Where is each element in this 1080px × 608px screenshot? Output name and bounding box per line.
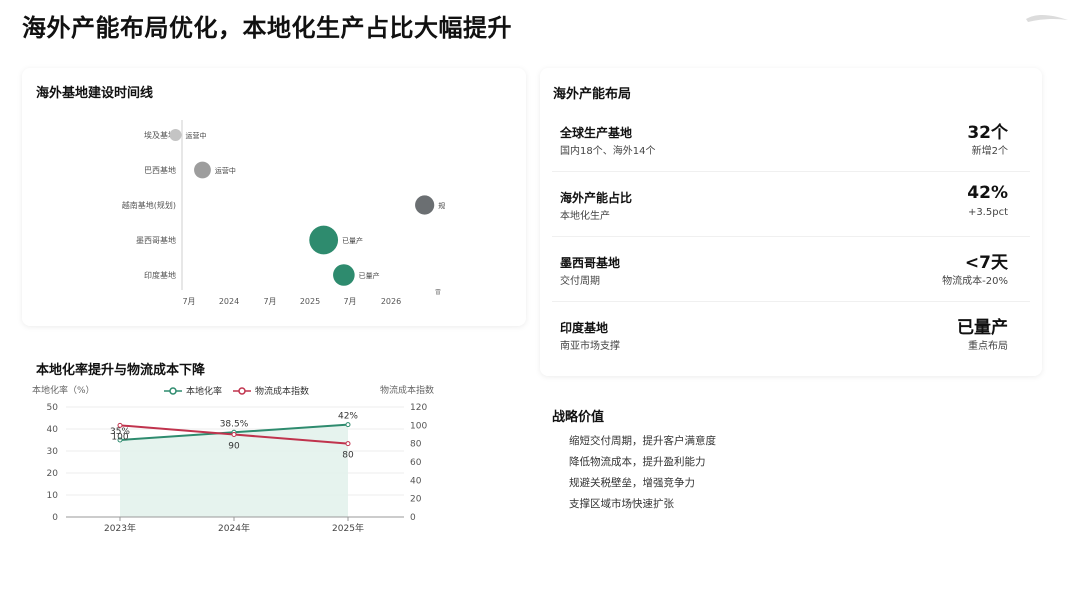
x-tick-label: 2024年 [218, 522, 250, 534]
row-sub: 交付周期 [560, 276, 600, 287]
logistics-data-label: 100 [111, 432, 128, 442]
page-title: 海外产能布局优化，本地化生产占比大幅提升 [22, 14, 512, 42]
x-tick-label: 2025年 [332, 522, 364, 534]
brush-stroke-decoration [1026, 14, 1068, 22]
timeline-point-label: 已量产 [342, 236, 363, 245]
row-value: 32个 [967, 123, 1008, 143]
y-tick-label: 30 [47, 447, 59, 457]
y-axis-title: 本地化率（%） [32, 384, 95, 396]
timeline-x-tick-clipped: 冒 [435, 289, 441, 296]
timeline-point-label: 规 [438, 201, 445, 210]
layout-card: 海外产能布局 全球生产基地 国内18个、海外14个 32个 新增2个 海外产能占… [540, 68, 1042, 376]
timeline-point [194, 161, 211, 179]
row-label: 印度基地 [560, 321, 609, 335]
row-sub: 南亚市场支撑 [560, 341, 620, 352]
strategy-title: 战略价值 [552, 410, 605, 425]
timeline-x-tick: 7月 [263, 297, 276, 306]
y2-tick-label: 40 [410, 476, 422, 486]
timeline-row-label: 印度基地 [144, 270, 176, 280]
layout-row-india: 印度基地 南亚市场支撑 已量产 重点布局 [552, 311, 1030, 367]
timeline-row-label: 巴西基地 [144, 165, 176, 175]
timeline-point-label: 已量产 [359, 271, 380, 280]
y-tick-label: 0 [52, 513, 58, 523]
localization-data-label: 38.5% [220, 419, 249, 429]
timeline-point [415, 195, 435, 215]
y-tick-label: 50 [47, 403, 59, 413]
row-sub: 国内18个、海外14个 [560, 146, 656, 157]
y-tick-label: 40 [47, 425, 59, 435]
x-tick-label: 2023年 [104, 522, 136, 534]
y-tick-label: 10 [47, 491, 59, 501]
timeline-point [309, 225, 339, 255]
timeline-row-label: 墨西哥基地 [136, 235, 176, 245]
strategy-item: 降低物流成本，提升盈利能力 [569, 456, 706, 468]
localization-point [345, 422, 351, 428]
timeline-x-tick: 2025 [300, 297, 320, 306]
timeline-chart: 埃及基地巴西基地越南基地(规划)墨西哥基地印度基地运营中运营中规已量产已量产7月… [122, 120, 445, 306]
timeline-x-tick: 2024 [219, 297, 239, 306]
logistics-point [231, 432, 237, 437]
y2-axis-title: 物流成本指数 [380, 384, 434, 396]
y2-tick-label: 80 [410, 440, 422, 450]
row-value: 已量产 [957, 318, 1008, 338]
timeline-point-label: 运营中 [215, 166, 236, 175]
strategy-item: 缩短交付周期，提升客户满意度 [569, 435, 716, 447]
row-note: +3.5pct [967, 207, 1008, 218]
y-tick-label: 20 [47, 469, 59, 479]
legend-label-logistics: 物流成本指数 [255, 385, 309, 397]
logistics-point [117, 422, 123, 428]
timeline-card: 海外基地建设时间线 埃及基地 巴西基地 越南基地(规划) 墨西哥基地 印度基地 运营中 运营… [22, 68, 526, 326]
legend-marker-logistics [238, 387, 246, 395]
legend-label-localization: 本地化率 [186, 385, 222, 397]
row-sub: 本地化生产 [560, 211, 610, 222]
y2-tick-label: 0 [410, 513, 416, 523]
combo-chart: 本地化率（%） 物流成本指数 本地化率 物流成本指数 0 10 20 30 40 50 0 20 40 6… [32, 384, 434, 534]
localization-data-label: 42% [338, 412, 358, 422]
timeline-point-label: 运营中 [186, 131, 207, 140]
strategy-item: 规避关税壁垒，增强竞争力 [569, 477, 695, 489]
row-label: 海外产能占比 [560, 191, 633, 205]
legend-marker-localization [169, 387, 177, 395]
timeline-point [169, 129, 182, 141]
row-note: 重点布局 [968, 341, 1008, 352]
row-note: 新增2个 [971, 146, 1008, 157]
logistics-data-label: 80 [342, 451, 354, 461]
row-label: 墨西哥基地 [560, 256, 621, 270]
timeline-x-tick: 2026 [381, 297, 401, 306]
layout-row-mexico: 墨西哥基地 交付周期 <7天 物流成本-20% [552, 246, 1030, 302]
timeline-row-label: 越南基地(规划) [122, 200, 176, 210]
y2-tick-label: 120 [410, 403, 427, 413]
strategy-item: 支撑区域市场快速扩张 [569, 498, 674, 510]
layout-row-overseas-share: 海外产能占比 本地化生产 42% +3.5pct [552, 181, 1030, 237]
row-value: <7天 [964, 253, 1008, 273]
layout-title: 海外产能布局 [553, 87, 632, 102]
row-note: 物流成本-20% [942, 276, 1008, 287]
logistics-point [345, 441, 351, 447]
y2-tick-label: 60 [410, 458, 422, 468]
timeline-x-tick: 7月 [343, 297, 356, 306]
timeline-point [333, 264, 355, 286]
y2-tick-label: 20 [410, 495, 422, 505]
row-label: 全球生产基地 [560, 126, 633, 140]
timeline-x-tick: 7月 [182, 297, 195, 306]
logistics-data-label: 90 [228, 442, 240, 452]
row-value: 42% [967, 183, 1008, 203]
layout-row-bases: 全球生产基地 国内18个、海外14个 32个 新增2个 [552, 116, 1030, 172]
combo-chart-title: 本地化率提升与物流成本下降 [36, 363, 206, 378]
y2-tick-label: 100 [410, 421, 427, 431]
